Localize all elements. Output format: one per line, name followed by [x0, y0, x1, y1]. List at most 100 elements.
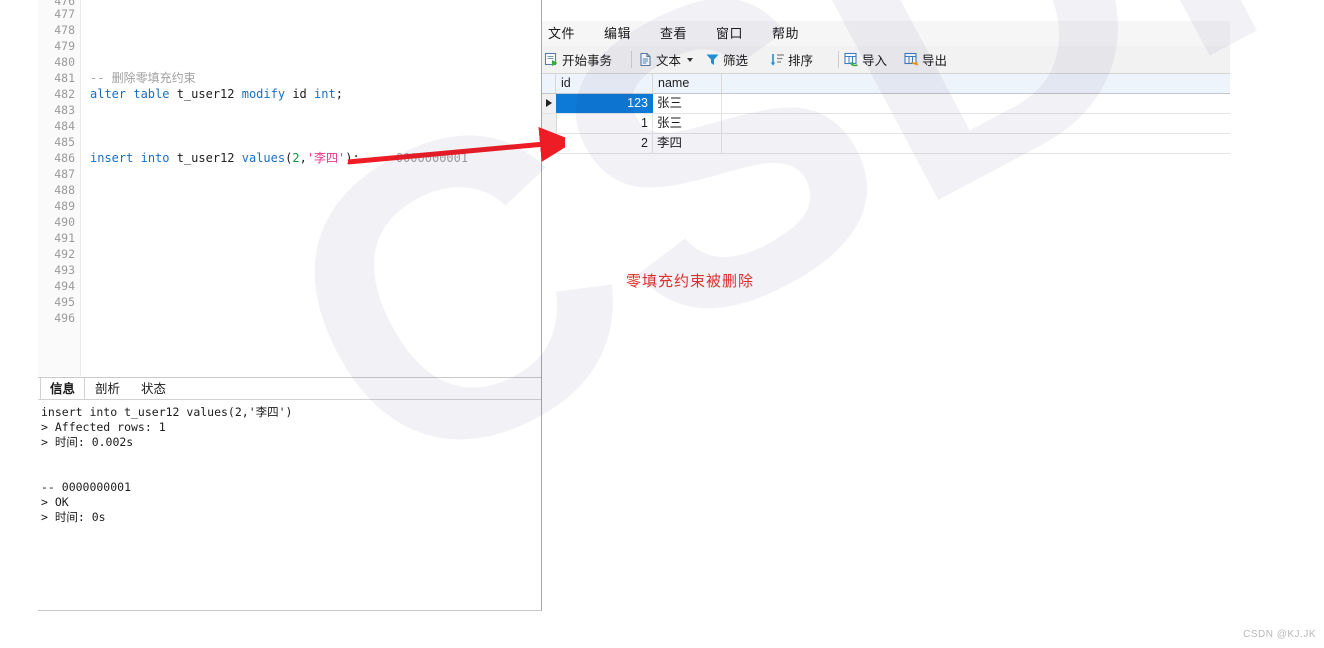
code-line[interactable]	[90, 118, 541, 134]
code-line[interactable]	[90, 166, 541, 182]
code-line[interactable]	[90, 214, 541, 230]
import-icon	[844, 52, 859, 67]
code-token: ;	[335, 87, 343, 101]
line-number: 488	[54, 183, 75, 197]
code-line[interactable]: -- 删除零填充约束	[90, 70, 541, 86]
line-number: 480	[54, 55, 75, 69]
row-marker[interactable]	[542, 114, 557, 133]
code-line[interactable]	[90, 6, 541, 22]
code-line[interactable]	[90, 22, 541, 38]
code-line[interactable]: insert into t_user12 values(2,'李四'); -- …	[90, 150, 541, 166]
cell-id[interactable]: 2	[556, 134, 653, 153]
cell-name[interactable]: 张三	[653, 94, 722, 113]
code-token: -- 删除零填充约束	[90, 71, 196, 85]
code-line[interactable]	[90, 262, 541, 278]
menu-item-编辑[interactable]: 编辑	[604, 21, 631, 46]
code-token: id	[285, 87, 314, 101]
code-lines[interactable]: -- 删除零填充约束 alter table t_user12 modify id…	[90, 0, 541, 326]
code-line[interactable]: alter table t_user12 modify id int;	[90, 86, 541, 102]
code-line[interactable]	[90, 38, 541, 54]
grid-column-header-id[interactable]: id	[556, 74, 653, 93]
toolbar-separator	[631, 51, 632, 68]
code-line[interactable]	[90, 294, 541, 310]
toolbar-button-导入[interactable]: 导入	[844, 49, 887, 70]
chevron-down-icon[interactable]	[687, 57, 694, 62]
row-marker[interactable]	[542, 134, 557, 153]
toolbar-button-开始事务[interactable]: 开始事务	[544, 49, 612, 70]
code-line[interactable]	[90, 310, 541, 326]
toolbar-button-label: 开始事务	[562, 54, 613, 68]
line-number: 494	[54, 279, 75, 293]
data-grid-window: 文件 编辑 查看 窗口 帮助 开始事务 文本 筛选 排序 导入 导出	[542, 21, 1230, 74]
output-tab-状态[interactable]: 状态	[132, 378, 175, 400]
toolbar-button-label: 文本	[656, 54, 682, 68]
output-line: -- 0000000001	[41, 480, 132, 494]
toolbar-button-导出[interactable]: 导出	[904, 49, 947, 70]
output-message-body: insert into t_user12 values(2,'李四') > Aff…	[38, 400, 541, 610]
line-number: 482	[54, 87, 75, 101]
menu-item-文件[interactable]: 文件	[548, 21, 575, 46]
line-number: 485	[54, 135, 75, 149]
output-tab-信息[interactable]: 信息	[40, 378, 86, 401]
output-line: > 时间: 0s	[41, 510, 106, 524]
menu-item-窗口[interactable]: 窗口	[716, 21, 743, 46]
toolbar-button-排序[interactable]: 排序	[770, 49, 813, 70]
cell-id[interactable]: 1	[556, 114, 653, 133]
code-area[interactable]: 476 477 478 479 480 481 482 483 484 485 486 487 488 4…	[38, 0, 541, 376]
cell-name[interactable]: 李四	[653, 134, 722, 153]
table-row[interactable]: 2 李四	[542, 134, 1230, 154]
toolbar-separator	[838, 51, 839, 68]
table-row[interactable]: 1 张三	[542, 114, 1230, 134]
code-line[interactable]	[90, 198, 541, 214]
line-number-gutter: 476 477 478 479 480 481 482 483 484 485 486 487 488 4…	[38, 0, 81, 376]
toolbar-button-筛选[interactable]: 筛选	[705, 49, 748, 70]
toolbar-button-label: 导出	[922, 54, 948, 68]
output-blank-line	[41, 450, 541, 465]
output-line: > Affected rows: 1	[41, 420, 166, 434]
text-icon	[638, 52, 653, 67]
screenshot-root: CSDN@KJ.JK 47647747847948048148248348448…	[0, 0, 1324, 648]
line-number: 489	[54, 199, 75, 213]
sql-editor-panel[interactable]: 476 477 478 479 480 481 482 483 484 485 486 487 488 4…	[38, 0, 542, 611]
code-line[interactable]	[90, 102, 541, 118]
code-line[interactable]	[90, 230, 541, 246]
grid-body[interactable]: 123 张三 1 张三 2 李四	[542, 94, 1230, 154]
code-line[interactable]	[90, 134, 541, 150]
line-number: 486	[54, 151, 75, 165]
line-number: 493	[54, 263, 75, 277]
grid-column-header-name[interactable]: name	[653, 74, 722, 93]
code-token: insert	[90, 151, 134, 165]
menu-item-帮助[interactable]: 帮助	[772, 21, 799, 46]
filter-icon	[705, 52, 720, 67]
line-number: 487	[54, 167, 75, 181]
table-row[interactable]: 123 张三	[542, 94, 1230, 114]
output-tab-剖析[interactable]: 剖析	[86, 378, 129, 400]
code-line[interactable]	[90, 278, 541, 294]
line-number: 479	[54, 39, 75, 53]
code-token: t_user12	[169, 151, 242, 165]
cell-id[interactable]: 123	[556, 94, 653, 113]
menu-bar[interactable]: 文件 编辑 查看 窗口 帮助	[542, 21, 1230, 47]
grid-header-row: id name	[542, 74, 1230, 94]
toolbar-button-label: 导入	[862, 54, 888, 68]
code-line[interactable]	[90, 182, 541, 198]
code-token: values	[241, 151, 286, 165]
cell-name[interactable]: 张三	[653, 114, 722, 133]
output-tabs[interactable]: 信息 剖析 状态	[38, 377, 541, 401]
code-token: t_user12	[169, 87, 242, 101]
toolbar-button-文本[interactable]: 文本	[638, 49, 694, 70]
toolbar-button-label: 筛选	[723, 54, 749, 68]
code-token: '李四'	[306, 151, 346, 165]
code-line[interactable]	[90, 54, 541, 70]
output-line: > 时间: 0.002s	[41, 435, 134, 449]
line-number: 491	[54, 231, 75, 245]
result-grid[interactable]: id name 123 张三 1 张三 2 李四	[542, 74, 1230, 154]
tool-bar[interactable]: 开始事务 文本 筛选 排序 导入 导出	[542, 46, 1230, 74]
menu-item-查看[interactable]: 查看	[660, 21, 687, 46]
export-icon	[904, 52, 919, 67]
code-token: ,	[299, 151, 307, 165]
line-number: 481	[54, 71, 75, 85]
row-marker[interactable]	[542, 94, 557, 113]
code-line[interactable]	[90, 246, 541, 262]
